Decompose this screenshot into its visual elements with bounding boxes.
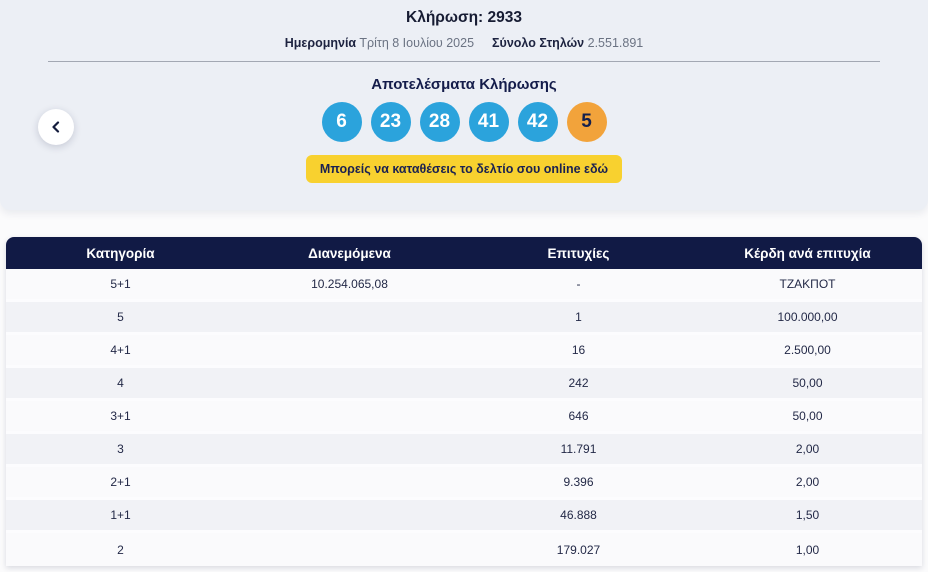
total-columns: Σύνολο Στηλών 2.551.891	[492, 36, 643, 50]
table-cell: 1+1	[6, 508, 235, 522]
table-row: 5+110.254.065,08-ΤΖΑΚΠΟΤ	[6, 269, 922, 302]
table-row: 2+1 9.3962,00	[6, 467, 922, 500]
table-body: 5+110.254.065,08-ΤΖΑΚΠΟΤ 5 1100.000,00 4+1 1…	[6, 269, 922, 566]
table-cell: 5+1	[6, 277, 235, 291]
table-cell: -	[464, 277, 693, 291]
table-cell: 646	[464, 409, 693, 423]
table-cell: 46.888	[464, 508, 693, 522]
divider	[48, 61, 880, 62]
submit-ticket-online-button[interactable]: Μπορείς να καταθέσεις το δελτίο σου onli…	[306, 155, 622, 183]
total-columns-label: Σύνολο Στηλών	[492, 36, 584, 50]
table-cell: 5	[6, 310, 235, 324]
table-cell: 100.000,00	[693, 310, 922, 324]
drawn-number-ball: 23	[371, 102, 411, 142]
winnings-table: ΚατηγορίαΔιανεμόμεναΕπιτυχίεςΚέρδη ανά ε…	[6, 237, 922, 566]
table-row: 3 11.7912,00	[6, 434, 922, 467]
table-cell: 2+1	[6, 475, 235, 489]
table-header-cell: Κατηγορία	[6, 246, 235, 261]
drawn-number-ball: 41	[469, 102, 509, 142]
table-row: 2 179.0271,00	[6, 533, 922, 566]
table-cell: ΤΖΑΚΠΟΤ	[693, 277, 922, 291]
table-cell: 16	[464, 343, 693, 357]
drawn-number-ball: 6	[322, 102, 362, 142]
table-cell: 1,50	[693, 508, 922, 522]
table-row: 4 24250,00	[6, 368, 922, 401]
drawn-numbers: 6232841425	[0, 102, 928, 142]
draw-date-value: Τρίτη 8 Ιουλίου 2025	[359, 36, 474, 50]
table-header-cell: Κέρδη ανά επιτυχία	[693, 246, 922, 261]
table-cell: 4	[6, 376, 235, 390]
draw-date: Ημερομηνία Τρίτη 8 Ιουλίου 2025	[285, 36, 474, 50]
table-header-cell: Επιτυχίες	[464, 246, 693, 261]
table-header-row: ΚατηγορίαΔιανεμόμεναΕπιτυχίεςΚέρδη ανά ε…	[6, 237, 922, 269]
drawn-number-ball: 28	[420, 102, 460, 142]
table-cell: 50,00	[693, 376, 922, 390]
draw-date-label: Ημερομηνία	[285, 36, 356, 50]
table-cell: 2,00	[693, 442, 922, 456]
table-header-cell: Διανεμόμενα	[235, 246, 464, 261]
table-cell: 50,00	[693, 409, 922, 423]
results-title: Αποτελέσματα Κλήρωσης	[0, 76, 928, 93]
table-cell: 4+1	[6, 343, 235, 357]
table-cell: 1,00	[693, 543, 922, 557]
table-cell: 1	[464, 310, 693, 324]
chevron-left-icon	[50, 121, 62, 133]
table-cell: 2,00	[693, 475, 922, 489]
table-cell: 179.027	[464, 543, 693, 557]
cta-container: Μπορείς να καταθέσεις το δελτίο σου onli…	[0, 155, 928, 183]
draw-meta: Ημερομηνία Τρίτη 8 Ιουλίου 2025 Σύνολο Σ…	[0, 36, 928, 50]
drawn-number-ball: 42	[518, 102, 558, 142]
total-columns-value: 2.551.891	[588, 36, 644, 50]
table-cell: 3+1	[6, 409, 235, 423]
table-row: 5 1100.000,00	[6, 302, 922, 335]
table-cell: 2.500,00	[693, 343, 922, 357]
back-button[interactable]	[38, 109, 74, 145]
table-row: 4+1 162.500,00	[6, 335, 922, 368]
table-cell: 9.396	[464, 475, 693, 489]
table-cell: 3	[6, 442, 235, 456]
table-cell: 2	[6, 543, 235, 557]
table-cell: 242	[464, 376, 693, 390]
table-cell: 11.791	[464, 442, 693, 456]
table-row: 1+1 46.8881,50	[6, 500, 922, 533]
draw-title: Κλήρωση: 2933	[0, 0, 928, 27]
table-cell: 10.254.065,08	[235, 277, 464, 291]
table-row: 3+1 64650,00	[6, 401, 922, 434]
joker-number-ball: 5	[567, 102, 607, 142]
draw-summary-panel: Κλήρωση: 2933 Ημερομηνία Τρίτη 8 Ιουλίου…	[0, 0, 928, 210]
